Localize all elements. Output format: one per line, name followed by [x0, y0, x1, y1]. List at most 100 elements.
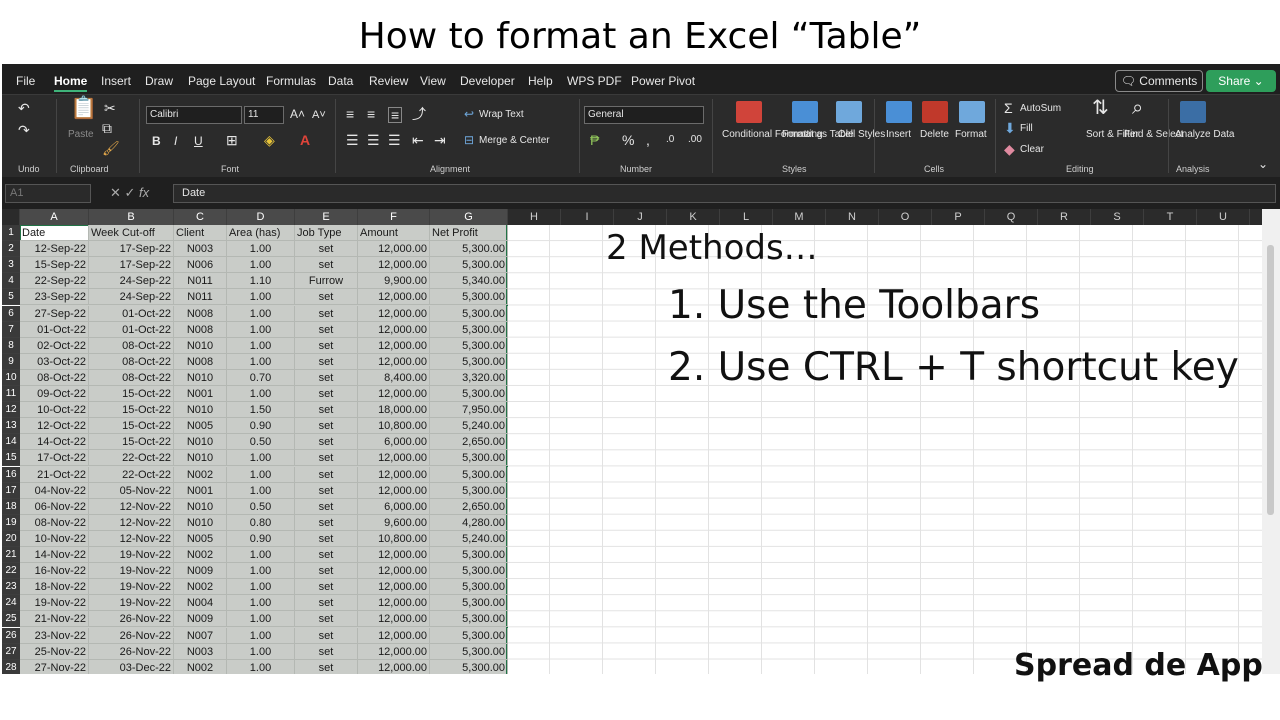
- table-cell[interactable]: N004: [174, 595, 227, 612]
- table-cell[interactable]: 0.70: [227, 369, 295, 386]
- row-header[interactable]: 2: [2, 241, 20, 258]
- format-cells-button[interactable]: Format: [954, 101, 990, 159]
- align-top-icon[interactable]: ≡: [346, 107, 354, 121]
- formula-input[interactable]: Date: [173, 184, 1276, 203]
- table-cell[interactable]: 5,300.00: [430, 482, 508, 499]
- find-select-button[interactable]: ⌕ Find & Select: [1122, 98, 1183, 159]
- table-cell[interactable]: 7,950.00: [430, 402, 508, 419]
- menu-wps-pdf[interactable]: WPS PDF: [567, 74, 622, 88]
- table-cell[interactable]: 5,300.00: [430, 289, 508, 306]
- table-cell[interactable]: 08-Oct-22: [20, 369, 89, 386]
- table-cell[interactable]: 19-Nov-22: [20, 595, 89, 612]
- table-cell[interactable]: set: [295, 482, 358, 499]
- table-cell[interactable]: 9,900.00: [358, 273, 430, 290]
- name-box[interactable]: A1: [5, 184, 91, 203]
- table-cell[interactable]: N010: [174, 369, 227, 386]
- table-cell[interactable]: N002: [174, 547, 227, 563]
- align-center-icon[interactable]: ☰: [367, 133, 380, 147]
- table-cell[interactable]: 25-Nov-22: [20, 643, 89, 660]
- format-painter-icon[interactable]: 🖌: [102, 141, 120, 155]
- table-cell[interactable]: set: [295, 289, 358, 306]
- table-cell[interactable]: 16-Nov-22: [20, 563, 89, 580]
- table-cell[interactable]: 0.50: [227, 434, 295, 451]
- table-cell[interactable]: N001: [174, 386, 227, 402]
- increase-indent-icon[interactable]: ⇥: [434, 133, 446, 147]
- table-cell[interactable]: 1.00: [227, 353, 295, 370]
- table-cell[interactable]: set: [295, 434, 358, 451]
- table-cell[interactable]: 12,000.00: [358, 337, 430, 354]
- table-cell[interactable]: N008: [174, 305, 227, 322]
- row-header[interactable]: 20: [2, 530, 20, 547]
- table-cell[interactable]: 5,300.00: [430, 337, 508, 354]
- table-cell[interactable]: N002: [174, 659, 227, 674]
- column-title-cell[interactable]: Client: [174, 225, 227, 241]
- row-header[interactable]: 10: [2, 369, 20, 386]
- row-header[interactable]: 23: [2, 579, 20, 596]
- table-cell[interactable]: set: [295, 563, 358, 580]
- font-size-select[interactable]: 11: [244, 106, 284, 124]
- align-middle-icon[interactable]: ≡: [367, 107, 375, 121]
- row-header[interactable]: 21: [2, 547, 20, 563]
- table-cell[interactable]: 24-Sep-22: [89, 289, 174, 306]
- align-right-icon[interactable]: ☰: [388, 133, 401, 147]
- column-header[interactable]: I: [561, 209, 614, 225]
- table-cell[interactable]: 08-Oct-22: [89, 369, 174, 386]
- table-cell[interactable]: 1.00: [227, 482, 295, 499]
- row-header[interactable]: 25: [2, 611, 20, 628]
- table-cell[interactable]: 1.00: [227, 305, 295, 322]
- menu-home[interactable]: Home: [54, 74, 88, 92]
- table-cell[interactable]: 04-Nov-22: [20, 482, 89, 499]
- scroll-thumb[interactable]: [1267, 245, 1274, 515]
- table-cell[interactable]: 22-Sep-22: [20, 273, 89, 290]
- accounting-format-icon[interactable]: ₱: [590, 133, 599, 147]
- table-cell[interactable]: 10,800.00: [358, 530, 430, 547]
- table-cell[interactable]: 27-Sep-22: [20, 305, 89, 322]
- table-cell[interactable]: 5,300.00: [430, 547, 508, 563]
- table-cell[interactable]: set: [295, 530, 358, 547]
- table-cell[interactable]: 01-Oct-22: [89, 305, 174, 322]
- table-cell[interactable]: 5,300.00: [430, 643, 508, 660]
- menu-insert[interactable]: Insert: [101, 74, 131, 88]
- table-cell[interactable]: N010: [174, 450, 227, 467]
- table-cell[interactable]: N010: [174, 337, 227, 354]
- increase-decimal-icon[interactable]: .0: [666, 133, 674, 147]
- decrease-indent-icon[interactable]: ⇤: [412, 133, 424, 147]
- table-cell[interactable]: 21-Nov-22: [20, 611, 89, 628]
- table-cell[interactable]: 15-Oct-22: [89, 402, 174, 419]
- clear-button[interactable]: ◆ Clear: [1004, 142, 1064, 158]
- table-cell[interactable]: N009: [174, 611, 227, 628]
- table-cell[interactable]: N008: [174, 321, 227, 338]
- column-header[interactable]: H: [508, 209, 561, 225]
- table-cell[interactable]: 24-Sep-22: [89, 273, 174, 290]
- table-cell[interactable]: 12,000.00: [358, 579, 430, 596]
- table-cell[interactable]: 5,300.00: [430, 659, 508, 674]
- table-cell[interactable]: 18-Nov-22: [20, 579, 89, 596]
- column-header[interactable]: S: [1091, 209, 1144, 225]
- font-name-select[interactable]: Calibri: [146, 106, 242, 124]
- table-cell[interactable]: 1.00: [227, 241, 295, 258]
- table-cell[interactable]: 5,300.00: [430, 450, 508, 467]
- table-cell[interactable]: 12,000.00: [358, 659, 430, 674]
- table-cell[interactable]: 9,600.00: [358, 514, 430, 531]
- table-cell[interactable]: set: [295, 643, 358, 660]
- table-cell[interactable]: set: [295, 498, 358, 515]
- cancel-icon[interactable]: ✕: [110, 185, 121, 200]
- fill-color-icon[interactable]: ◈: [264, 133, 275, 147]
- table-cell[interactable]: 12,000.00: [358, 353, 430, 370]
- table-cell[interactable]: set: [295, 579, 358, 596]
- column-header[interactable]: D: [227, 209, 295, 225]
- format-as-table-button[interactable]: Format as Table: [782, 101, 854, 159]
- table-cell[interactable]: 12,000.00: [358, 627, 430, 644]
- table-cell[interactable]: 12,000.00: [358, 305, 430, 322]
- align-left-icon[interactable]: ☰: [346, 133, 359, 147]
- table-cell[interactable]: 1.00: [227, 627, 295, 644]
- table-cell[interactable]: 0.90: [227, 418, 295, 435]
- table-cell[interactable]: 12,000.00: [358, 466, 430, 483]
- table-cell[interactable]: 12-Oct-22: [20, 418, 89, 435]
- table-cell[interactable]: 26-Nov-22: [89, 643, 174, 660]
- table-cell[interactable]: 08-Nov-22: [20, 514, 89, 531]
- table-cell[interactable]: 12,000.00: [358, 257, 430, 274]
- table-cell[interactable]: 17-Sep-22: [89, 257, 174, 274]
- table-cell[interactable]: 5,300.00: [430, 611, 508, 628]
- column-title-cell[interactable]: Job Type: [295, 225, 358, 241]
